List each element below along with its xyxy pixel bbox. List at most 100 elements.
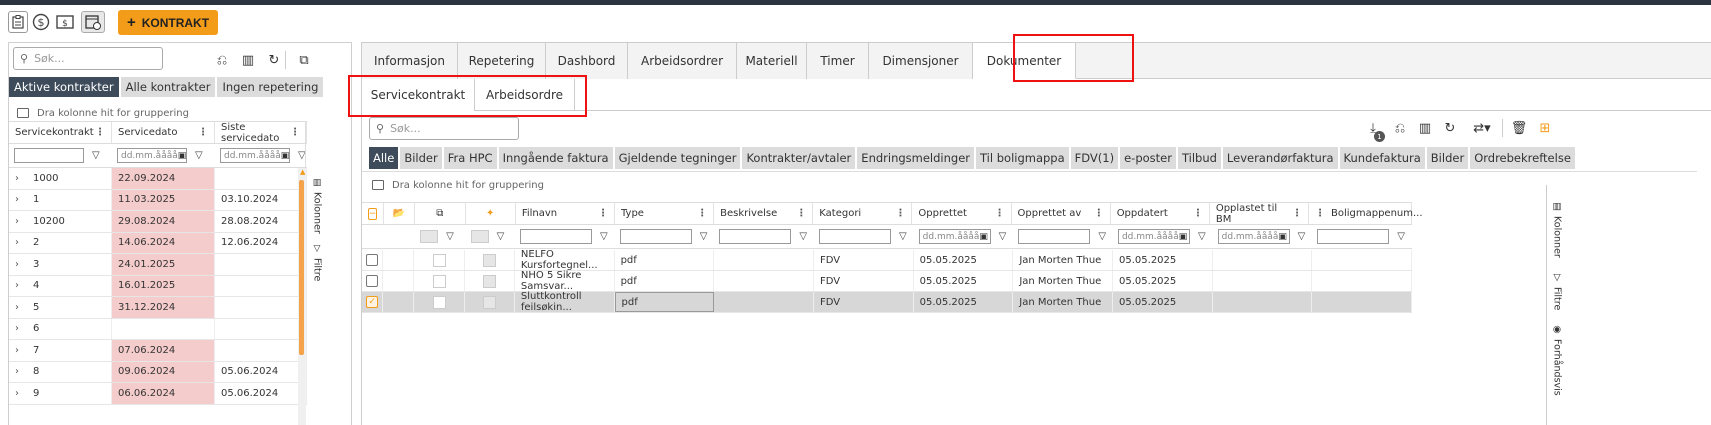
filter-oppdatert[interactable]: dd.mm.åååå ▣ (1117, 229, 1190, 244)
table-row[interactable]: › 8 09.06.2024 05.06.2024 (9, 361, 307, 383)
filter-icon[interactable]: ▽ (899, 231, 907, 242)
table-row[interactable]: › 2 14.06.2024 12.06.2024 (9, 232, 307, 254)
eye-icon[interactable]: ◉ (1553, 324, 1561, 335)
calendar-refresh-icon[interactable] (81, 11, 105, 33)
tab-dashbord[interactable]: Dashbord (546, 43, 628, 79)
category-tilbud[interactable]: Tilbud (1177, 147, 1221, 169)
col-boligmappenummer[interactable]: ⋮ Boligmappenum... (1309, 203, 1423, 224)
col-menu-icon[interactable]: ⋮ (95, 127, 105, 138)
col-menu-icon[interactable]: ⋮ (290, 127, 300, 138)
columns-side-icon[interactable]: ▥ (313, 178, 322, 188)
col-menu-icon[interactable]: ⋮ (895, 208, 905, 219)
tab-alle-kontrakter[interactable]: Alle kontrakter (120, 77, 216, 97)
col-opprettet[interactable]: Opprettet ⋮ (912, 203, 1012, 224)
col-menu-icon[interactable]: ⋮ (1094, 208, 1104, 219)
filter-servicekontrakt[interactable] (14, 148, 84, 163)
copy-col-icon[interactable]: ⧉ (415, 203, 466, 224)
filter-beskrivelse[interactable] (719, 229, 792, 244)
calendar-icon[interactable]: ▣ (281, 151, 290, 161)
chevron-right-icon[interactable]: › (15, 323, 19, 334)
tab-arbeidsordrer[interactable]: Arbeidsordrer (628, 43, 737, 79)
category-endringsmeldinger[interactable]: Endringsmeldinger (857, 147, 975, 169)
left-side-filtre[interactable]: Filtre (312, 258, 323, 281)
table-row[interactable]: › 9 06.06.2024 05.06.2024 (9, 383, 307, 405)
row-checkbox[interactable] (366, 254, 379, 266)
category-bilder[interactable]: Bilder (400, 147, 442, 169)
filter-kategori[interactable] (819, 229, 891, 244)
undo-layout-icon[interactable]: ⎌ (1391, 119, 1409, 137)
table-row[interactable]: NELFO Kursfortegnel... pdf FDV 05.05.2025 Ja… (362, 249, 1413, 271)
filter-type[interactable] (619, 229, 692, 244)
right-side-kolonner[interactable]: Kolonner (1552, 216, 1563, 258)
col-siste-servicedato[interactable]: Siste servicedato ⋮ (215, 122, 307, 144)
row-copy-box[interactable] (432, 295, 446, 309)
tab-dimensjoner[interactable]: Dimensjoner (869, 43, 973, 79)
sparkle-icon[interactable]: ✦ (466, 203, 516, 224)
filter-copy-select[interactable] (420, 230, 439, 243)
add-kontrakt-button[interactable]: + KONTRAKT (118, 10, 218, 35)
category-kontrakter-avtaler[interactable]: Kontrakter/avtaler (742, 147, 856, 169)
export-dropdown-icon[interactable]: ⇄▾ (1468, 119, 1496, 137)
col-menu-icon[interactable]: ⋮ (697, 208, 707, 219)
undo-layout-icon[interactable]: ⎌ (213, 51, 231, 69)
left-scrollbar-thumb[interactable] (299, 180, 304, 355)
row-copy-box[interactable] (432, 274, 446, 288)
add-document-icon[interactable]: ⊞ (1536, 119, 1554, 137)
category-e-poster[interactable]: e-poster (1120, 147, 1176, 169)
col-menu-icon[interactable]: ⋮ (995, 208, 1005, 219)
tab-timer[interactable]: Timer (807, 43, 869, 79)
col-menu-icon[interactable]: ⋮ (1193, 208, 1203, 219)
left-side-kolonner[interactable]: Kolonner (312, 192, 323, 234)
table-row[interactable]: ✓ Sluttkontroll feilsøkin... pdf FDV 05.05.2… (362, 291, 1412, 313)
filter-servicedato[interactable]: dd.mm.åååå ▣ (117, 148, 187, 163)
doc-search-input[interactable]: ⚲ Søk... (369, 117, 519, 140)
chevron-right-icon[interactable]: › (15, 366, 19, 377)
category-alle[interactable]: Alle (369, 147, 399, 169)
right-side-forhandsvis[interactable]: Forhåndsvis (1552, 339, 1563, 396)
filter-icon[interactable]: ▽ (799, 231, 807, 242)
folder-open-icon[interactable]: 📂 (384, 203, 416, 224)
category-fra-hpc[interactable]: Fra HPC (443, 147, 497, 169)
chevron-right-icon[interactable]: › (15, 302, 19, 313)
filter-icon[interactable]: ▽ (446, 231, 454, 242)
calendar-icon[interactable]: ▣ (979, 232, 988, 242)
table-row[interactable]: › 1000 22.09.2024 (9, 168, 307, 190)
filter-icon[interactable]: ▽ (1397, 231, 1405, 242)
filter-filnavn[interactable] (520, 229, 593, 244)
category-inngående-faktura[interactable]: Inngående faktura (498, 147, 613, 169)
chevron-right-icon[interactable]: › (15, 280, 19, 291)
col-type[interactable]: Type ⋮ (615, 203, 715, 224)
filter-boligmappenummer[interactable] (1317, 229, 1390, 244)
tab-aktive-kontrakter[interactable]: Aktive kontrakter (9, 77, 119, 97)
chevron-right-icon[interactable]: › (15, 345, 19, 356)
row-sparkle-box[interactable] (482, 274, 496, 288)
chevron-right-icon[interactable]: › (15, 259, 19, 270)
table-row[interactable]: › 4 16.01.2025 (9, 275, 307, 297)
col-servicedato[interactable]: Servicedato ⋮ (112, 122, 215, 143)
filter-opprettet-av[interactable] (1018, 229, 1091, 244)
delete-icon[interactable]: 🗑 (1510, 119, 1528, 137)
calendar-icon[interactable]: ▣ (178, 151, 187, 161)
tab-repetering[interactable]: Repetering (458, 43, 546, 79)
right-side-filtre[interactable]: Filtre (1552, 287, 1563, 310)
row-copy-box[interactable] (432, 253, 446, 267)
col-menu-icon[interactable]: ⋮ (198, 127, 208, 138)
col-menu-icon[interactable]: ⋮ (1292, 208, 1302, 219)
filter-siste-servicedato[interactable]: dd.mm.åååå ▣ (220, 148, 290, 163)
row-sparkle-box[interactable] (482, 253, 496, 267)
col-opplastet-bm[interactable]: Opplastet til BM ⋮ (1210, 203, 1309, 225)
row-checkbox[interactable]: ✓ (366, 296, 379, 308)
chevron-right-icon[interactable]: › (15, 194, 19, 205)
filter-icon[interactable]: ▽ (1098, 231, 1106, 242)
left-group-row[interactable]: Dra kolonne hit for gruppering (17, 103, 189, 123)
table-row[interactable]: › 7 07.06.2024 (9, 340, 307, 362)
chevron-right-icon[interactable]: › (15, 388, 19, 399)
filter-icon[interactable]: ▽ (92, 150, 100, 161)
columns-icon[interactable]: ▥ (239, 51, 257, 69)
tab-informasjon[interactable]: Informasjon (362, 43, 458, 79)
filter-opplastet-bm[interactable]: dd.mm.åååå ▣ (1217, 229, 1290, 244)
filter-icon[interactable]: ▽ (999, 231, 1007, 242)
col-servicekontrakt[interactable]: Servicekontrakt ⋮ (9, 122, 112, 143)
category-leverandørfaktura[interactable]: Leverandørfaktura (1222, 147, 1338, 169)
col-beskrivelse[interactable]: Beskrivelse ⋮ (714, 203, 814, 224)
